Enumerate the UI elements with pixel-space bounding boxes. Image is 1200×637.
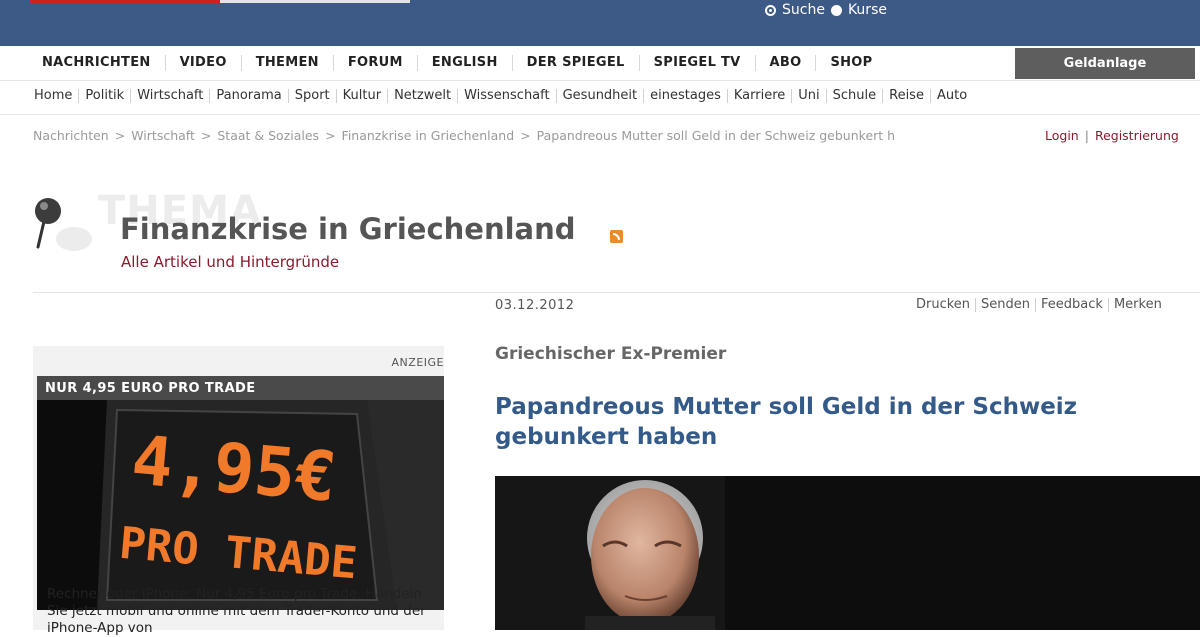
ad-image[interactable]: 4,95€ PRO TRADE <box>37 400 444 610</box>
crumb-staat-soziales[interactable]: Staat & Soziales <box>217 128 319 143</box>
nav-nachrichten[interactable]: NACHRICHTEN <box>28 55 166 71</box>
suche-label[interactable]: Suche <box>782 2 825 18</box>
ad-image-graphic: 4,95€ PRO TRADE <box>37 400 444 610</box>
article-date: 03.12.2012 <box>495 298 575 313</box>
sub-nav: Home Politik Wirtschaft Panorama Sport K… <box>28 86 973 106</box>
article-tools: Drucken Senden Feedback Merken <box>916 298 1167 312</box>
nav-shop[interactable]: SHOP <box>816 55 886 71</box>
article-headline: Papandreous Mutter soll Geld in der Schw… <box>495 394 1078 450</box>
rss-icon[interactable] <box>610 230 623 243</box>
ad-label: ANZEIGE <box>391 356 444 369</box>
kurse-radio-icon[interactable] <box>830 4 842 16</box>
kurse-label[interactable]: Kurse <box>848 2 887 18</box>
tool-merken[interactable]: Merken <box>1109 298 1167 312</box>
top-header: Suche Kurse <box>0 0 1200 46</box>
subnav-politik[interactable]: Politik <box>79 89 132 103</box>
subnav-sport[interactable]: Sport <box>289 89 337 103</box>
pushpin-icon <box>35 198 92 251</box>
login-link[interactable]: Login <box>1045 128 1079 143</box>
crumb-current-article: Papandreous Mutter soll Geld in der Schw… <box>536 128 896 143</box>
advertisement[interactable]: ANZEIGE NUR 4,95 EURO PRO TRADE 4,95€ PR… <box>33 346 444 636</box>
suche-radio-icon[interactable] <box>765 4 776 16</box>
account-separator: | <box>1084 128 1089 143</box>
crumb-separator: > <box>114 128 126 143</box>
ad-body-text[interactable]: Rechner oder iPhone: Nur 4,95 Euro pro T… <box>47 586 432 637</box>
crumb-nachrichten[interactable]: Nachrichten <box>33 128 109 143</box>
subnav-auto[interactable]: Auto <box>931 89 973 103</box>
main-nav: NACHRICHTEN VIDEO THEMEN FORUM ENGLISH D… <box>0 46 1200 81</box>
crumb-wirtschaft[interactable]: Wirtschaft <box>131 128 195 143</box>
subnav-karriere[interactable]: Karriere <box>728 89 793 103</box>
search-options: Suche Kurse <box>765 0 887 20</box>
subnav-einestages[interactable]: einestages <box>644 89 728 103</box>
thema-title[interactable]: Finanzkrise in Griechenland <box>120 212 576 246</box>
nav-themen[interactable]: THEMEN <box>242 55 334 71</box>
main-nav-list: NACHRICHTEN VIDEO THEMEN FORUM ENGLISH D… <box>28 46 886 80</box>
tool-senden[interactable]: Senden <box>976 298 1037 312</box>
nav-video[interactable]: VIDEO <box>166 55 242 71</box>
subnav-gesundheit[interactable]: Gesundheit <box>557 89 645 103</box>
subnav-netzwelt[interactable]: Netzwelt <box>388 89 459 103</box>
subnav-kultur[interactable]: Kultur <box>337 89 389 103</box>
crumb-finanzkrise[interactable]: Finanzkrise in Griechenland <box>342 128 515 143</box>
article-photo[interactable] <box>495 476 1200 630</box>
article-photo-image <box>495 476 1200 630</box>
account-links: Login | Registrierung <box>1045 128 1179 143</box>
breadcrumb: Nachrichten > Wirtschaft > Staat & Sozia… <box>33 128 895 143</box>
thema-divider <box>33 292 1200 293</box>
subnav-wissenschaft[interactable]: Wissenschaft <box>458 89 557 103</box>
subnav-wirtschaft[interactable]: Wirtschaft <box>131 89 211 103</box>
nav-abo[interactable]: ABO <box>756 55 817 71</box>
subnav-reise[interactable]: Reise <box>883 89 931 103</box>
nav-forum[interactable]: FORUM <box>334 55 418 71</box>
subnav-home[interactable]: Home <box>28 89 80 103</box>
ad-headline[interactable]: NUR 4,95 EURO PRO TRADE <box>37 376 444 400</box>
subnav-panorama[interactable]: Panorama <box>210 89 289 103</box>
crumb-separator: > <box>325 128 336 143</box>
subnav-schule[interactable]: Schule <box>827 89 884 103</box>
sub-nav-divider <box>0 114 1200 115</box>
nav-spiegel-tv[interactable]: SPIEGEL TV <box>640 55 756 71</box>
nav-english[interactable]: ENGLISH <box>418 55 513 71</box>
register-link[interactable]: Registrierung <box>1095 128 1179 143</box>
article-kicker: Griechischer Ex-Premier <box>495 344 727 364</box>
thema-subtitle-link[interactable]: Alle Artikel und Hintergründe <box>121 253 339 271</box>
nav-geldanlage[interactable]: Geldanlage <box>1015 48 1195 79</box>
top-strip-accent <box>30 0 220 3</box>
tool-drucken[interactable]: Drucken <box>916 298 977 312</box>
subnav-uni[interactable]: Uni <box>792 89 827 103</box>
tool-feedback[interactable]: Feedback <box>1036 298 1109 312</box>
nav-der-spiegel[interactable]: DER SPIEGEL <box>513 55 640 71</box>
crumb-separator: > <box>520 128 531 143</box>
crumb-separator: > <box>200 128 212 143</box>
